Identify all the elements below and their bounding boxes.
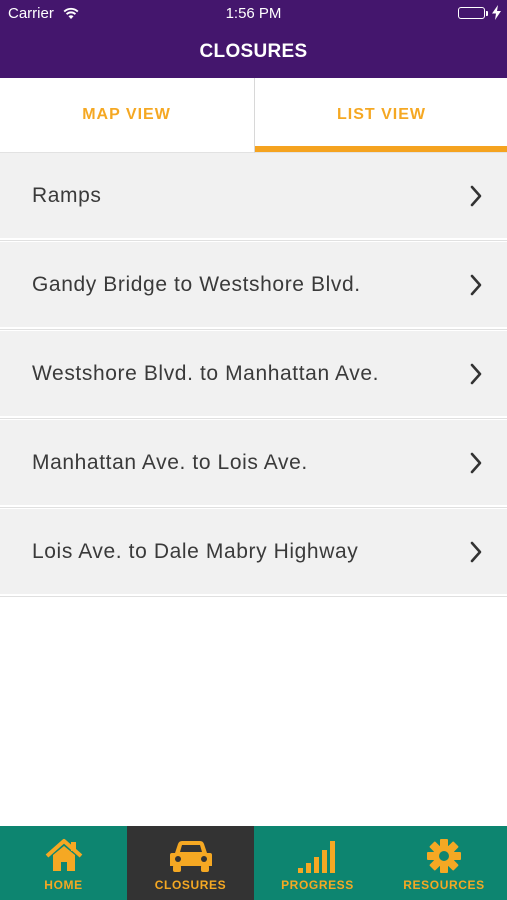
list-item-label: Lois Ave. to Dale Mabry Highway xyxy=(32,540,359,563)
list-item-label: Gandy Bridge to Westshore Blvd. xyxy=(32,273,361,296)
tab-map-view[interactable]: MAP VIEW xyxy=(0,78,253,153)
chevron-right-icon xyxy=(469,274,483,301)
signal-bars-icon xyxy=(254,838,381,874)
home-icon xyxy=(0,838,127,874)
charging-bolt-icon xyxy=(492,5,501,25)
tabbar-closures[interactable]: CLOSURES xyxy=(127,826,254,900)
view-tabs: MAP VIEW LIST VIEW xyxy=(0,78,507,153)
page-title: CLOSURES xyxy=(199,41,308,62)
list-item-lois-dale-mabry[interactable]: Lois Ave. to Dale Mabry Highway xyxy=(0,509,507,596)
tabbar-progress[interactable]: PROGRESS xyxy=(254,826,381,900)
tabbar-label: CLOSURES xyxy=(154,878,227,892)
tabbar-label: PROGRESS xyxy=(281,878,354,892)
status-bar: Carrier 1:56 PM xyxy=(0,0,507,28)
tabbar-resources[interactable]: RESOURCES xyxy=(381,826,507,900)
list-item-westshore-manhattan[interactable]: Westshore Blvd. to Manhattan Ave. xyxy=(0,331,507,418)
tabbar-label: HOME xyxy=(44,878,83,892)
status-time: 1:56 PM xyxy=(225,5,282,22)
bottom-tab-bar: HOME CLOSURES PROGRESS RESOURCES xyxy=(0,826,507,900)
chevron-right-icon xyxy=(469,185,483,212)
tabbar-label: RESOURCES xyxy=(403,878,485,892)
battery-cap xyxy=(486,11,488,16)
list-item-label: Westshore Blvd. to Manhattan Ave. xyxy=(32,362,380,385)
closures-list: Ramps Gandy Bridge to Westshore Blvd. We… xyxy=(0,153,507,598)
list-item-label: Manhattan Ave. to Lois Ave. xyxy=(32,451,308,474)
chevron-right-icon xyxy=(469,452,483,479)
tab-list-view[interactable]: LIST VIEW xyxy=(254,78,507,153)
list-item-gandy-westshore[interactable]: Gandy Bridge to Westshore Blvd. xyxy=(0,242,507,329)
gear-icon xyxy=(381,838,507,874)
chevron-right-icon xyxy=(469,363,483,390)
list-item-manhattan-lois[interactable]: Manhattan Ave. to Lois Ave. xyxy=(0,420,507,507)
tabbar-home[interactable]: HOME xyxy=(0,826,127,900)
app-header: Carrier 1:56 PM CLOSURES xyxy=(0,0,507,78)
list-item-label: Ramps xyxy=(32,184,102,207)
chevron-right-icon xyxy=(469,541,483,568)
battery-icon xyxy=(458,7,485,19)
car-icon xyxy=(127,838,254,874)
selected-tab-indicator xyxy=(255,146,507,152)
list-item-ramps[interactable]: Ramps xyxy=(0,153,507,240)
